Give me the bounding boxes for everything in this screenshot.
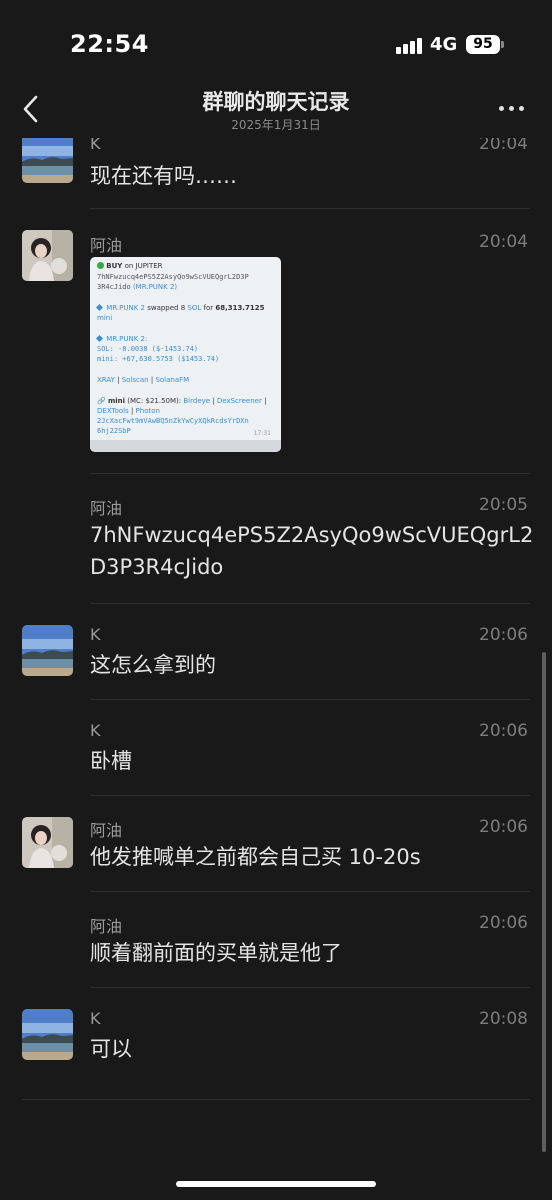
- card-trader: MR.PUNK 2: [106, 304, 145, 312]
- message-time: 20:04: [479, 232, 528, 252]
- message-text: 他发推喊单之前都会自己买 10-20s: [90, 845, 421, 869]
- status-time: 22:54: [70, 30, 149, 58]
- message-item: 阿油 20:04 BUY on JUPITER 7hNFwzucq4ePS5Z2…: [0, 210, 552, 474]
- card-sol: SOL: [187, 304, 202, 312]
- avatar-k[interactable]: [22, 625, 73, 676]
- card-link-solscan[interactable]: Solscan: [122, 376, 149, 384]
- card-link-birdeye[interactable]: Birdeye: [183, 397, 210, 405]
- green-dot-icon: [97, 262, 104, 269]
- divider: [90, 208, 530, 209]
- card-address-2: 3R4cJido: [97, 283, 131, 291]
- home-indicator[interactable]: [176, 1181, 376, 1187]
- sender-name: K: [90, 1009, 101, 1028]
- message-time: 20:06: [479, 817, 528, 837]
- message-item: 阿油 20:06 他发推喊单之前都会自己买 10-20s: [0, 796, 552, 892]
- card-link-photon[interactable]: Photon: [136, 407, 160, 415]
- divider: [22, 1099, 530, 1100]
- message-item: K 20:08 可以: [0, 988, 552, 1100]
- message-item: K 20:06 卧槽: [0, 700, 552, 796]
- card-mini-label: mini: [107, 397, 126, 405]
- avatar-ayou[interactable]: [22, 230, 73, 281]
- message-item: 阿油 20:05 7hNFwzucq4ePS5Z2AsyQo9wScVUEQgr…: [0, 474, 552, 604]
- image-message[interactable]: BUY on JUPITER 7hNFwzucq4ePS5Z2AsyQo9wSc…: [90, 257, 281, 452]
- message-item: K 20:04 现在还有吗……: [0, 138, 552, 210]
- message-time: 20:06: [479, 625, 528, 645]
- diamond-icon: [95, 303, 104, 312]
- card-address-1: 7hNFwzucq4ePS5Z2AsyQo9wScVUEQgrL2D3P: [97, 273, 249, 281]
- card-exchange: on JUPITER: [124, 262, 163, 270]
- diamond-icon: [95, 334, 104, 343]
- card-buy-label: BUY: [106, 262, 123, 270]
- battery-icon: 95: [466, 35, 500, 54]
- message-time: 20:05: [479, 495, 528, 515]
- nav-bar: 群聊的聊天记录 2025年1月31日: [0, 72, 552, 138]
- message-item: 阿油 20:06 顺着翻前面的买单就是他了: [0, 892, 552, 988]
- page-subtitle: 2025年1月31日: [231, 118, 321, 132]
- card-swap-text: swapped 8: [147, 304, 186, 312]
- card-contract-1: 2JcXacFwt9mVAwBQ5nZkYwCyXQkRcdsYrDXn: [97, 417, 249, 425]
- card-link-dextools[interactable]: DEXTools: [97, 407, 129, 415]
- sender-name: K: [90, 625, 101, 644]
- card-link-dexscreener[interactable]: DexScreener: [217, 397, 262, 405]
- sender-name: 阿油: [90, 821, 123, 840]
- card-button-bar: [90, 440, 281, 452]
- message-text: 可以: [90, 1037, 132, 1061]
- message-text: 卧槽: [90, 749, 132, 773]
- avatar-k[interactable]: [22, 138, 73, 183]
- avatar-ayou[interactable]: [22, 817, 73, 868]
- battery-tip: [501, 41, 504, 48]
- card-sol-change: SOL: -8.0038 ($-1453.74): [97, 345, 199, 353]
- message-list[interactable]: K 20:04 现在还有吗…… 阿油 20:04 BUY on JUPITER …: [0, 138, 552, 1118]
- page-title: 群聊的聊天记录: [202, 90, 350, 114]
- card-for: for: [203, 304, 214, 312]
- message-text: 7hNFwzucq4ePS5Z2AsyQo9wScVUEQgrL2D3P3R4c…: [90, 523, 534, 579]
- message-item: K 20:06 这怎么拿到的: [0, 604, 552, 700]
- card-timestamp: 17:31: [253, 430, 271, 437]
- message-time: 20:04: [479, 138, 528, 154]
- sender-name: 阿油: [90, 236, 123, 255]
- card-link-xray[interactable]: XRAY: [97, 376, 115, 384]
- sender-name: K: [90, 138, 101, 153]
- card-link-solanafm[interactable]: SolanaFM: [155, 376, 189, 384]
- card-contract-2: 6hj22SbP: [97, 427, 131, 435]
- message-time: 20:08: [479, 1009, 528, 1029]
- message-time: 20:06: [479, 913, 528, 933]
- card-tag: (MR.PUNK 2): [132, 283, 178, 291]
- message-time: 20:06: [479, 721, 528, 741]
- card-trader-2: MR.PUNK 2:: [106, 335, 148, 343]
- scrollbar[interactable]: [542, 652, 546, 1152]
- sender-name: 阿油: [90, 499, 123, 518]
- sender-name: 阿油: [90, 917, 123, 936]
- card-market-cap: (MC: $21.50M):: [127, 397, 182, 405]
- sender-name: K: [90, 721, 101, 740]
- message-text: 现在还有吗……: [90, 164, 237, 188]
- signal-icon: [396, 36, 424, 54]
- avatar-k[interactable]: [22, 1009, 73, 1060]
- message-text: 这怎么拿到的: [90, 653, 216, 677]
- card-mini-change: mini: +67,630.5753 ($1453.74): [97, 355, 220, 363]
- card-amount: 68,313.7125: [215, 304, 265, 312]
- network-label: 4G: [430, 34, 458, 55]
- link-icon: 🔗: [97, 397, 106, 405]
- message-text: 顺着翻前面的买单就是他了: [90, 941, 342, 965]
- more-icon[interactable]: [498, 104, 526, 114]
- card-token: mini: [97, 314, 113, 322]
